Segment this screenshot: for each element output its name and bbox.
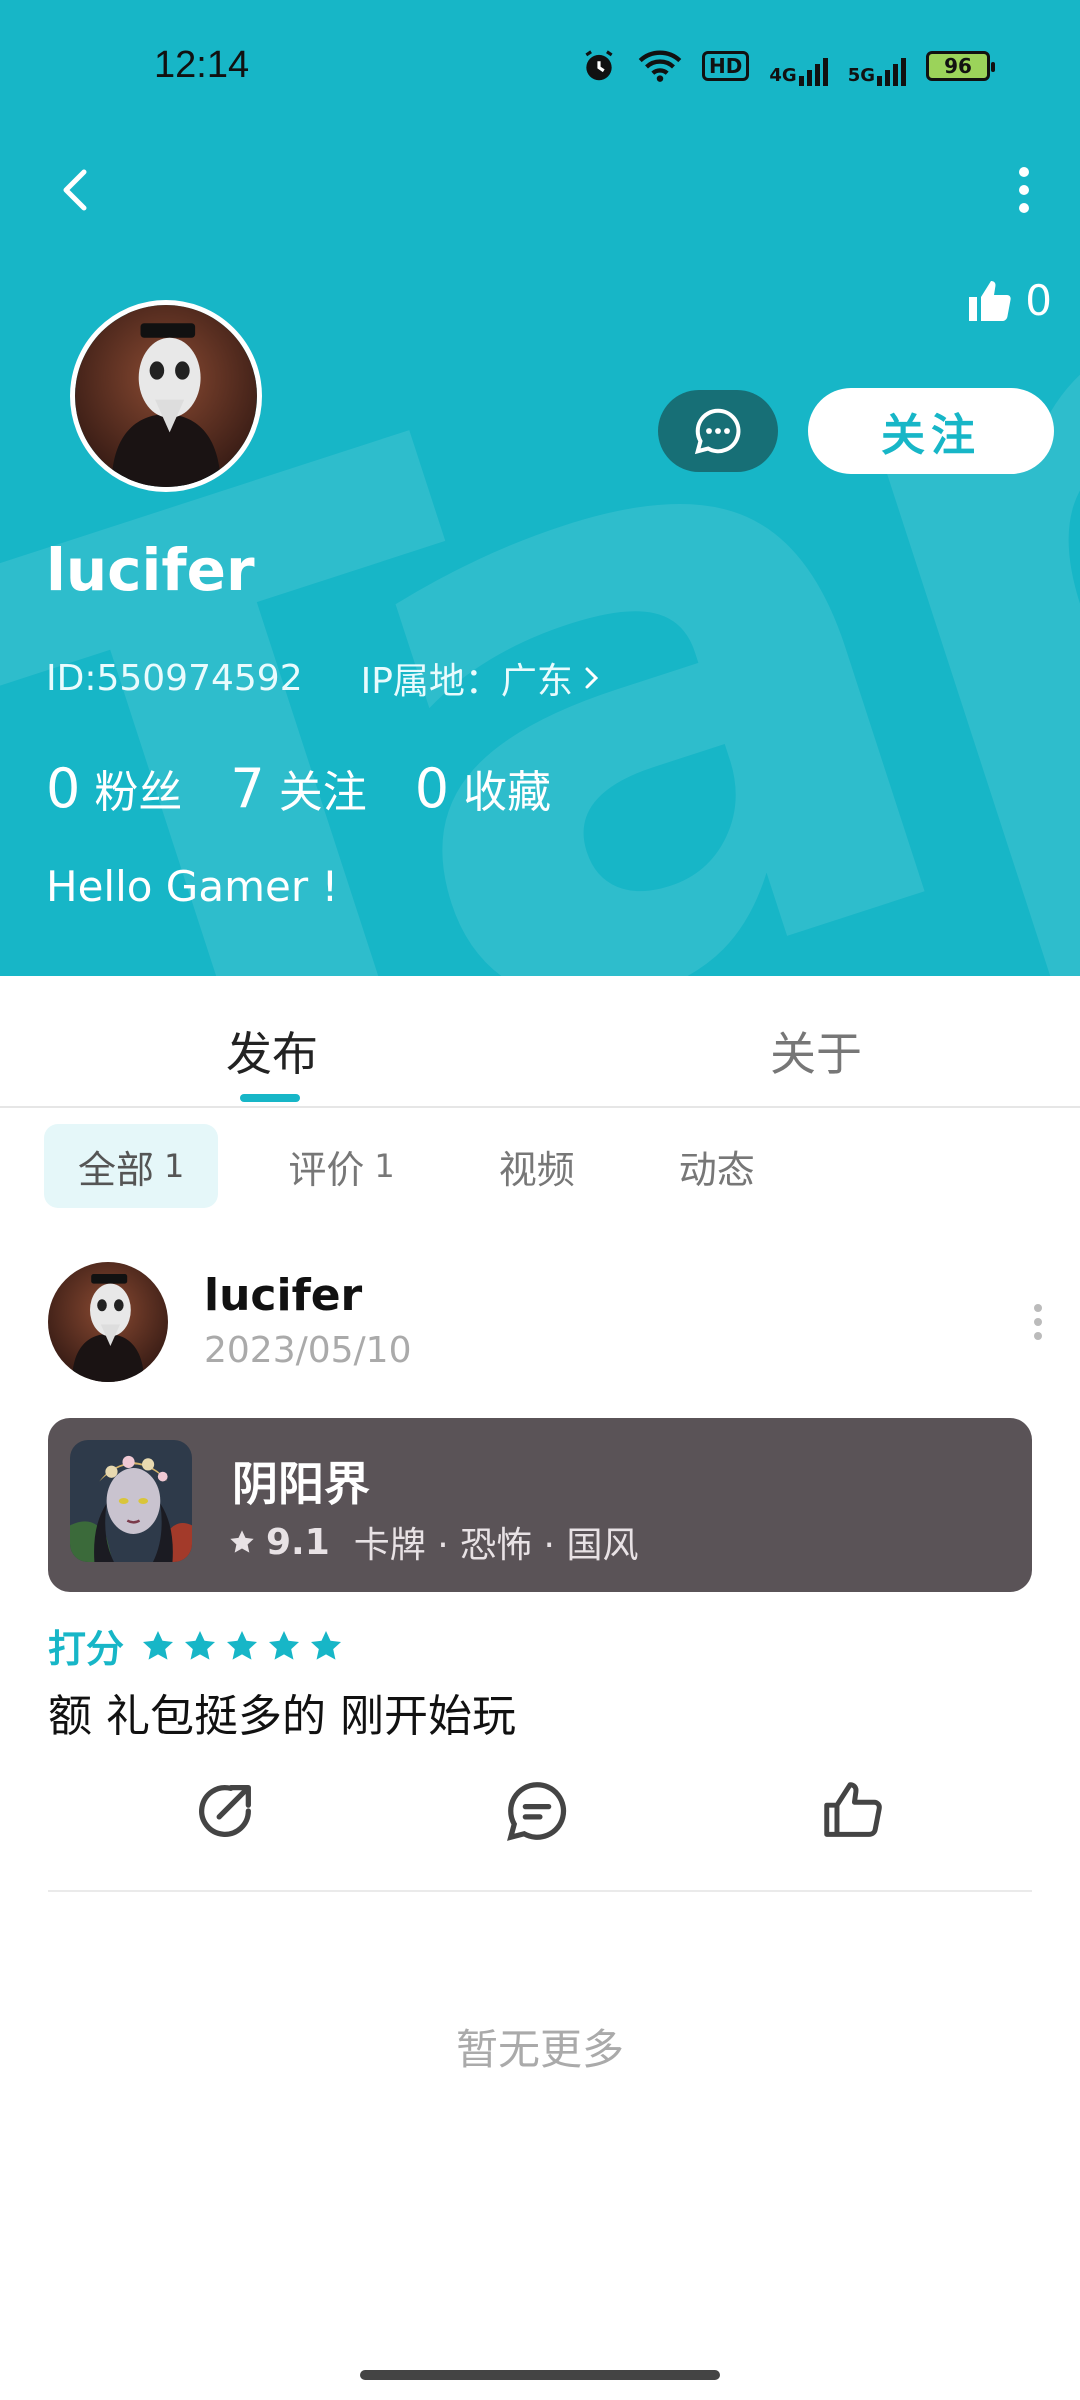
stat-label: 粉丝 bbox=[94, 767, 183, 818]
filter-videos[interactable]: 视频 bbox=[465, 1124, 609, 1208]
tab-about[interactable]: 关于 bbox=[770, 1018, 862, 1084]
filter-label: 评价 bbox=[288, 1147, 365, 1192]
more-vertical-icon bbox=[1019, 167, 1029, 213]
chat-bubble-icon bbox=[694, 408, 741, 455]
post-more-button[interactable] bbox=[1028, 1302, 1048, 1342]
post-actions bbox=[0, 1776, 1080, 1856]
game-score: 9.1 bbox=[266, 1521, 330, 1563]
content-tabs: 发布 关于 bbox=[0, 976, 1080, 1108]
star-icon bbox=[230, 1530, 254, 1553]
status-time: 12:14 bbox=[154, 44, 250, 86]
star-icon bbox=[143, 1630, 174, 1660]
filter-chips: 全部 1 评价 1 视频 动态 bbox=[44, 1124, 789, 1208]
filter-count: 1 bbox=[374, 1147, 395, 1185]
user-id: ID:550974592 bbox=[46, 657, 303, 699]
star-icon bbox=[269, 1630, 300, 1660]
tab-publish[interactable]: 发布 bbox=[226, 1018, 318, 1084]
avatar[interactable] bbox=[70, 300, 262, 492]
battery-icon: 96 bbox=[926, 51, 995, 81]
profile-header: TapTa 12:14 HD 4G 5G 96 0 关注 lucifer ID:… bbox=[0, 0, 1080, 976]
profile-stats: 0 粉丝 7 关注 0 收藏 bbox=[46, 756, 551, 820]
likes-count: 0 bbox=[1025, 276, 1052, 325]
star-icon bbox=[227, 1630, 258, 1660]
stat-value: 0 bbox=[414, 757, 450, 820]
share-icon bbox=[199, 1785, 251, 1837]
filter-reviews[interactable]: 评价 1 bbox=[254, 1124, 428, 1208]
star-icon bbox=[185, 1630, 216, 1660]
more-vertical-icon bbox=[1034, 1304, 1042, 1340]
tab-indicator bbox=[240, 1094, 300, 1102]
game-card[interactable]: 阴阳界 9.1 卡牌 · 恐怖 · 国风 bbox=[48, 1418, 1032, 1592]
stat-favorites[interactable]: 0 收藏 bbox=[415, 756, 551, 820]
game-thumbnail bbox=[70, 1440, 192, 1562]
game-meta: 9.1 卡牌 · 恐怖 · 国风 bbox=[228, 1516, 638, 1568]
signal-5g-label: 5G bbox=[847, 65, 875, 86]
id-row: ID:550974592 IP属地：广东 bbox=[46, 652, 603, 704]
share-button[interactable] bbox=[190, 1776, 260, 1846]
stat-fans[interactable]: 0 粉丝 bbox=[46, 756, 182, 820]
filter-all[interactable]: 全部 1 bbox=[44, 1124, 219, 1208]
post-avatar[interactable] bbox=[48, 1262, 168, 1382]
rating-row: 打分 bbox=[48, 1618, 344, 1673]
filter-label: 视频 bbox=[498, 1147, 575, 1192]
signal-5g-icon: 5G bbox=[848, 46, 906, 86]
stat-value: 0 bbox=[46, 757, 81, 820]
review-text: 额 礼包挺多的 刚开始玩 bbox=[48, 1691, 516, 1742]
stat-label: 收藏 bbox=[463, 767, 552, 818]
profile-username: lucifer bbox=[46, 536, 255, 604]
thumbs-up-icon bbox=[969, 280, 1011, 321]
follow-button[interactable]: 关注 bbox=[808, 388, 1054, 474]
post-date: 2023/05/10 bbox=[204, 1330, 412, 1371]
no-more-text: 暂无更多 bbox=[455, 2025, 624, 2074]
ip-location-link[interactable]: IP属地：广东 bbox=[361, 652, 603, 704]
signal-4g-icon: 4G bbox=[769, 46, 828, 86]
signal-4g-label: 4G bbox=[769, 65, 797, 86]
status-bar: 12:14 HD 4G 5G 96 bbox=[0, 0, 1080, 140]
message-button[interactable] bbox=[658, 390, 778, 472]
status-icons: HD 4G 5G 96 bbox=[580, 46, 995, 86]
game-tags: 卡牌 · 恐怖 · 国风 bbox=[353, 1525, 639, 1566]
thumbs-up-icon bbox=[824, 1782, 882, 1837]
filter-moments[interactable]: 动态 bbox=[645, 1124, 789, 1208]
like-button[interactable] bbox=[818, 1776, 888, 1846]
filter-label: 动态 bbox=[678, 1147, 755, 1192]
divider bbox=[48, 1890, 1032, 1892]
chevron-left-icon bbox=[63, 169, 87, 211]
profile-bio: Hello Gamer ! bbox=[46, 862, 339, 911]
stat-value: 7 bbox=[230, 757, 265, 820]
stat-label: 关注 bbox=[278, 767, 367, 818]
post-username[interactable]: lucifer bbox=[204, 1270, 362, 1321]
alarm-icon bbox=[580, 46, 618, 86]
game-title: 阴阳界 bbox=[232, 1457, 370, 1511]
stat-following[interactable]: 7 关注 bbox=[230, 756, 366, 820]
rating-label: 打分 bbox=[48, 1627, 125, 1671]
comment-button[interactable] bbox=[502, 1776, 572, 1846]
more-options-button[interactable] bbox=[1004, 160, 1044, 220]
rating-stars bbox=[140, 1628, 344, 1664]
ip-location: IP属地：广东 bbox=[360, 661, 573, 702]
filter-count: 1 bbox=[164, 1147, 185, 1185]
home-indicator[interactable] bbox=[360, 2370, 720, 2380]
comment-icon bbox=[507, 1782, 567, 1841]
likes-counter[interactable]: 0 bbox=[965, 276, 1052, 325]
wifi-icon bbox=[638, 46, 682, 86]
back-button[interactable] bbox=[44, 158, 108, 222]
star-icon bbox=[311, 1630, 342, 1660]
hd-icon: HD bbox=[702, 51, 750, 81]
filter-label: 全部 bbox=[78, 1147, 155, 1192]
chevron-right-icon bbox=[585, 667, 599, 689]
